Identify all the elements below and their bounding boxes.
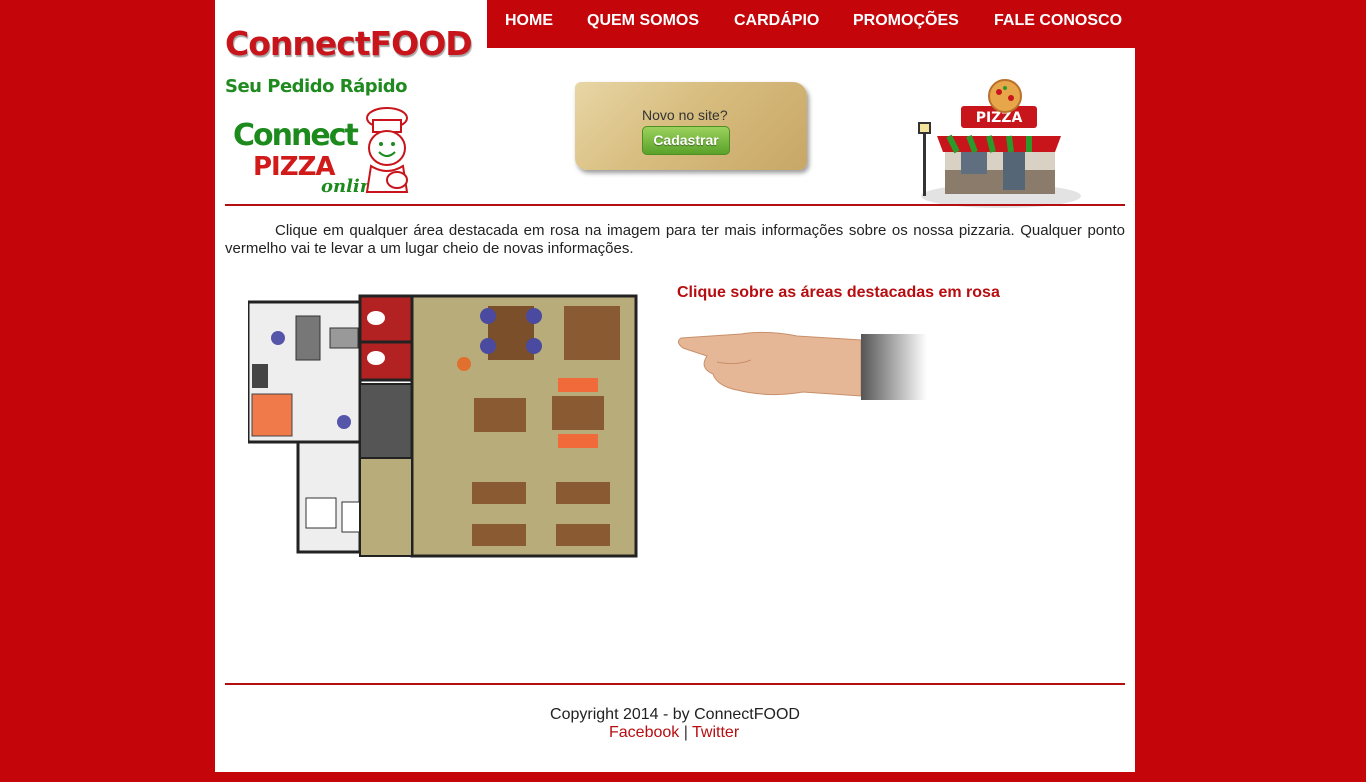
connect-pizza-logo[interactable]: Connect PIZZA online xyxy=(229,106,419,202)
footer-links: Facebook | Twitter xyxy=(609,724,739,742)
logo-word-connect: Connect xyxy=(233,118,359,153)
shop-sign: PIZZA xyxy=(976,110,1023,126)
header-divider xyxy=(225,204,1125,206)
window-edge xyxy=(1349,0,1366,782)
intro-text: Clique em qualquer área destacada em ros… xyxy=(225,222,1125,257)
top-nav: HOME QUEM SOMOS CARDÁPIO PROMOÇÕES FALE … xyxy=(487,0,1135,48)
brand-tagline: Seu Pedido Rápido xyxy=(225,76,408,97)
footer-copyright: Copyright 2014 - by ConnectFOOD xyxy=(550,706,800,723)
signup-panel: Novo no site? Cadastrar xyxy=(575,82,807,170)
pizza-shop-image: PIZZA xyxy=(918,79,1081,208)
chef-icon xyxy=(365,107,409,193)
hint-heading: Clique sobre as áreas destacadas em rosa xyxy=(677,284,1000,301)
nav-promocoes[interactable]: PROMOÇÕES xyxy=(853,12,959,30)
nav-cardapio[interactable]: CARDÁPIO xyxy=(734,12,819,30)
signup-prompt: Novo no site? xyxy=(642,107,728,123)
footer-divider xyxy=(225,683,1125,685)
facebook-link[interactable]: Facebook xyxy=(609,724,679,741)
page-container: ConnectFOOD Seu Pedido Rápido Connect PI… xyxy=(215,0,1135,772)
nav-home[interactable]: HOME xyxy=(505,12,553,30)
floorplan-image-map[interactable] xyxy=(248,292,640,560)
pointing-hand-image xyxy=(677,331,927,400)
brand-title[interactable]: ConnectFOOD xyxy=(225,24,473,63)
nav-quem-somos[interactable]: QUEM SOMOS xyxy=(587,12,699,30)
footer-separator: | xyxy=(683,724,688,741)
twitter-link[interactable]: Twitter xyxy=(692,724,739,741)
nav-fale-conosco[interactable]: FALE CONOSCO xyxy=(994,12,1122,30)
signup-button[interactable]: Cadastrar xyxy=(642,126,730,155)
